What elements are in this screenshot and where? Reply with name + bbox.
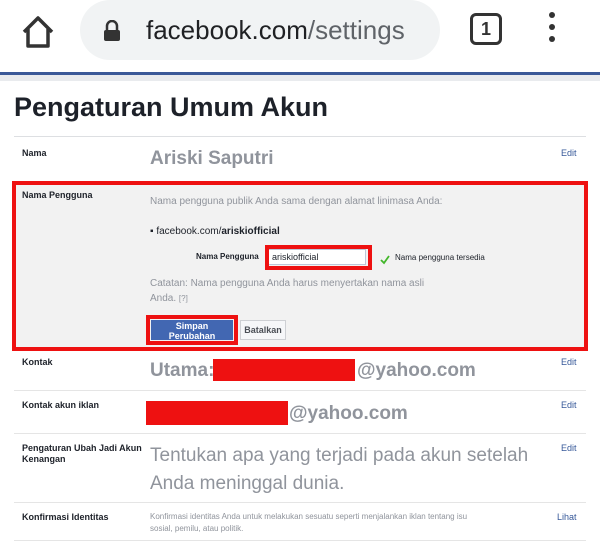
row-divider [14, 540, 586, 541]
home-icon[interactable] [18, 12, 58, 52]
address-bar[interactable]: facebook.com/settings [80, 0, 440, 60]
name-edit-link[interactable]: Edit [561, 148, 577, 158]
row-divider [14, 433, 586, 434]
redacted-email-ad [146, 401, 288, 425]
contact-edit-link[interactable]: Edit [561, 357, 577, 367]
name-label: Nama [22, 148, 47, 158]
identity-view-link[interactable]: Lihat [557, 512, 577, 522]
tab-switcher-button[interactable]: 1 [470, 13, 502, 45]
more-menu-icon[interactable] [545, 12, 559, 48]
memorial-value: Tentukan apa yang terjadi pada akun sete… [150, 445, 529, 494]
highlight-save-button [146, 315, 238, 345]
lock-icon [102, 19, 122, 42]
memorial-label: Pengaturan Ubah Jadi Akun Kenangan [22, 443, 142, 464]
page-title: Pengaturan Umum Akun [14, 92, 329, 122]
contact-prefix: Utama: [150, 360, 215, 381]
row-divider [14, 502, 586, 503]
highlight-username-input [265, 245, 372, 270]
name-value: Ariski Saputri [150, 148, 274, 169]
memorial-edit-link[interactable]: Edit [561, 443, 577, 453]
contact-label: Kontak [22, 357, 53, 367]
ad-contact-edit-link[interactable]: Edit [561, 400, 577, 410]
title-divider [14, 136, 586, 137]
url-domain: facebook.com [146, 15, 308, 45]
row-divider [14, 390, 586, 391]
contact-suffix: @yahoo.com [357, 360, 476, 381]
url-text[interactable]: facebook.com/settings [146, 15, 405, 46]
ad-contact-label: Kontak akun iklan [22, 400, 100, 410]
identity-value: Konfirmasi identitas Anda untuk melakuka… [150, 512, 468, 533]
browser-toolbar: facebook.com/settings 1 [0, 0, 600, 72]
header-shadow [0, 75, 600, 81]
identity-label: Konfirmasi Identitas [22, 512, 109, 522]
redacted-email-contact [213, 359, 355, 381]
url-path: /settings [307, 15, 405, 45]
ad-contact-suffix: @yahoo.com [289, 403, 408, 424]
